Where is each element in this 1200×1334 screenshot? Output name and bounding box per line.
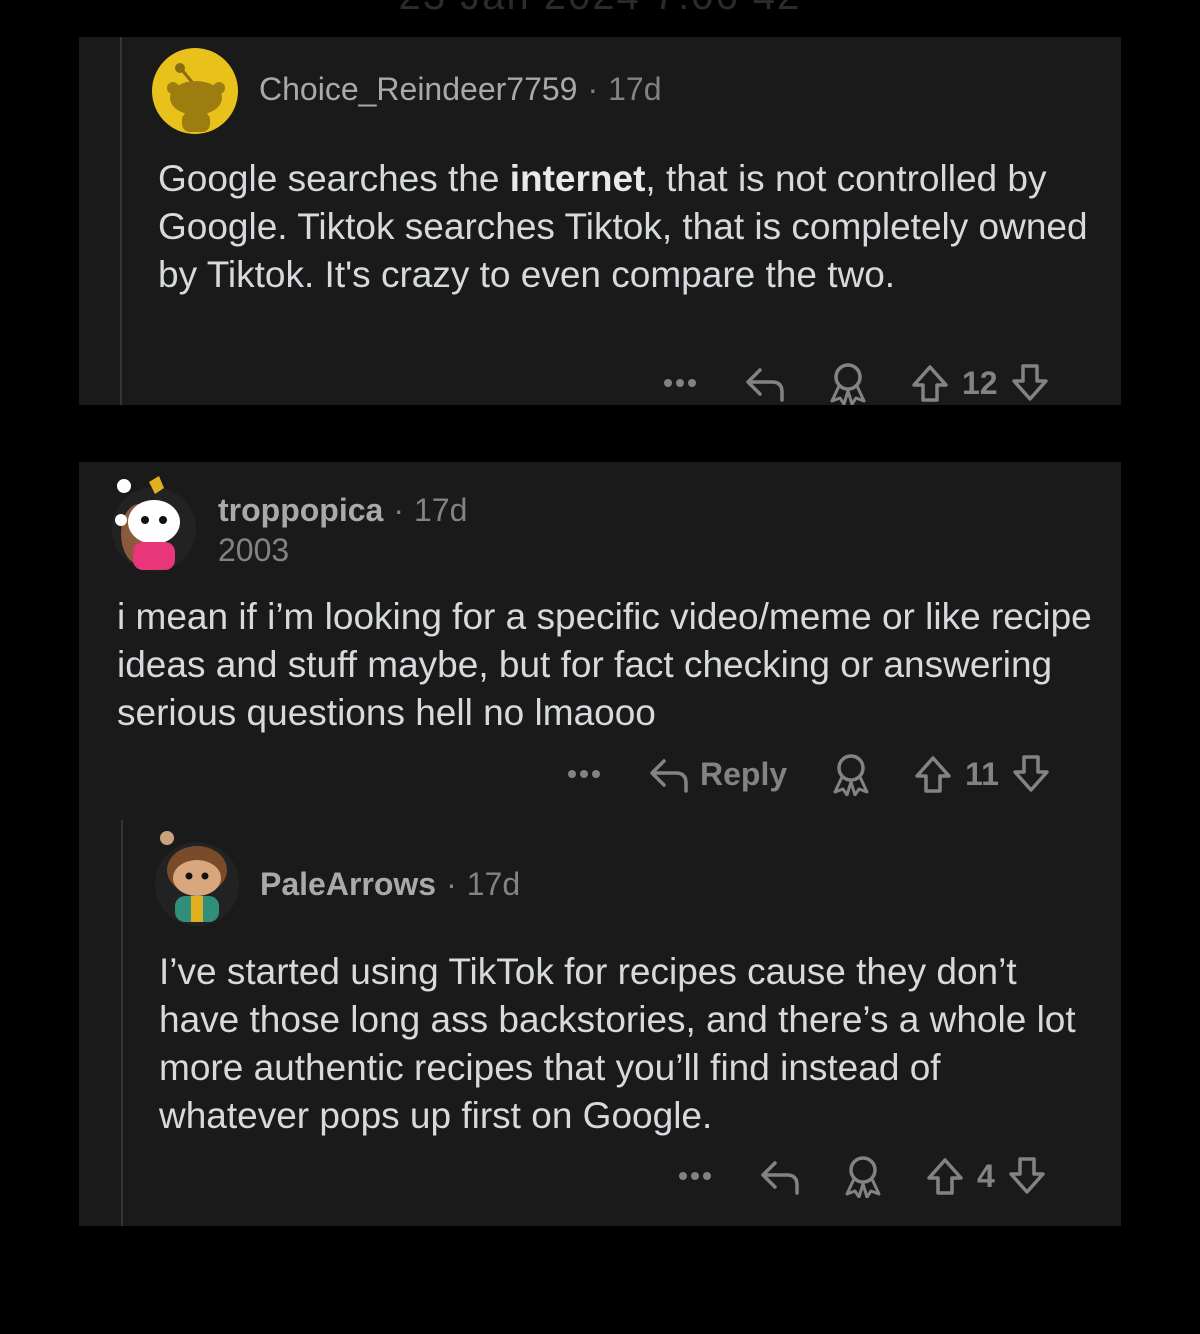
comment-actions: Reply 11 (566, 752, 1051, 796)
downvote-icon (1009, 1157, 1045, 1194)
more-button[interactable] (662, 377, 698, 389)
snoo-avatar-icon (112, 476, 196, 571)
reply-button[interactable] (759, 1157, 801, 1195)
reply-button[interactable]: Reply (648, 755, 787, 793)
comment-actions: 12 (662, 361, 1050, 405)
username[interactable]: PaleArrows (260, 866, 436, 902)
more-dots-icon (568, 770, 600, 778)
upvote-button[interactable] (925, 1156, 965, 1196)
reply-button[interactable] (744, 364, 786, 402)
snoo-avatar-icon (155, 831, 239, 926)
body-bold-text: internet (509, 158, 646, 199)
comment-card: troppopica · 17d 2003 i mean if i’m lookin… (79, 462, 1121, 1226)
username[interactable]: troppopica (218, 492, 383, 528)
separator: · (587, 71, 599, 107)
comment-age: 17d (413, 492, 468, 528)
award-icon (845, 1156, 881, 1198)
thread-line[interactable] (121, 820, 123, 1226)
comment-age: 17d (466, 866, 521, 902)
comment-body: Google searches the internet, that is no… (158, 155, 1088, 299)
separator: · (393, 492, 404, 528)
vote-count: 4 (977, 1157, 995, 1194)
award-button[interactable] (826, 361, 870, 405)
reply-arrow-icon (761, 1161, 799, 1195)
upvote-icon (927, 1158, 963, 1195)
more-button[interactable] (566, 768, 602, 780)
upvote-icon (912, 365, 948, 402)
downvote-icon (1013, 755, 1049, 792)
award-button[interactable] (841, 1154, 885, 1198)
upvote-button[interactable] (910, 363, 950, 403)
more-dots-icon (679, 1172, 711, 1180)
more-dots-icon (664, 379, 696, 387)
thread-line[interactable] (120, 37, 122, 405)
comment-meta: PaleArrows · 17d (260, 866, 520, 903)
vote-count: 12 (962, 364, 998, 401)
downvote-button[interactable] (1011, 754, 1051, 794)
avatar[interactable] (153, 826, 241, 926)
reply-arrow-icon (650, 759, 688, 793)
avatar[interactable] (109, 474, 199, 574)
header-fragment: 23 Jan 2024 7:06 42 (0, 0, 1200, 19)
downvote-button[interactable] (1007, 1156, 1047, 1196)
body-text-part: Google searches the (158, 158, 510, 199)
snoo-avatar-icon (152, 48, 238, 134)
more-button[interactable] (677, 1170, 713, 1182)
downvote-icon (1011, 364, 1048, 401)
downvote-button[interactable] (1010, 363, 1050, 403)
vote-count: 11 (965, 755, 999, 792)
username[interactable]: Choice_Reindeer7759 (259, 71, 577, 107)
upvote-button[interactable] (913, 754, 953, 794)
comment-body: i mean if i’m looking for a specific vid… (117, 596, 1092, 733)
avatar[interactable] (152, 48, 238, 134)
comment-age: 17d (608, 71, 662, 107)
user-flair: 2003 (218, 532, 290, 568)
upvote-icon (915, 756, 951, 793)
award-icon (830, 363, 866, 405)
reply-arrow-icon (746, 368, 784, 402)
award-icon (833, 754, 869, 796)
award-button[interactable] (829, 752, 873, 796)
comment-meta: Choice_Reindeer7759 · 17d (259, 71, 662, 108)
reply-label: Reply (700, 755, 788, 792)
comment-card: Choice_Reindeer7759 · 17d Google searches … (79, 37, 1121, 405)
comment-actions: 4 (677, 1154, 1047, 1198)
separator: · (446, 866, 457, 902)
comment-body: I’ve started using TikTok for recipes ca… (159, 951, 1076, 1136)
comment-meta: troppopica · 17d (218, 492, 467, 529)
